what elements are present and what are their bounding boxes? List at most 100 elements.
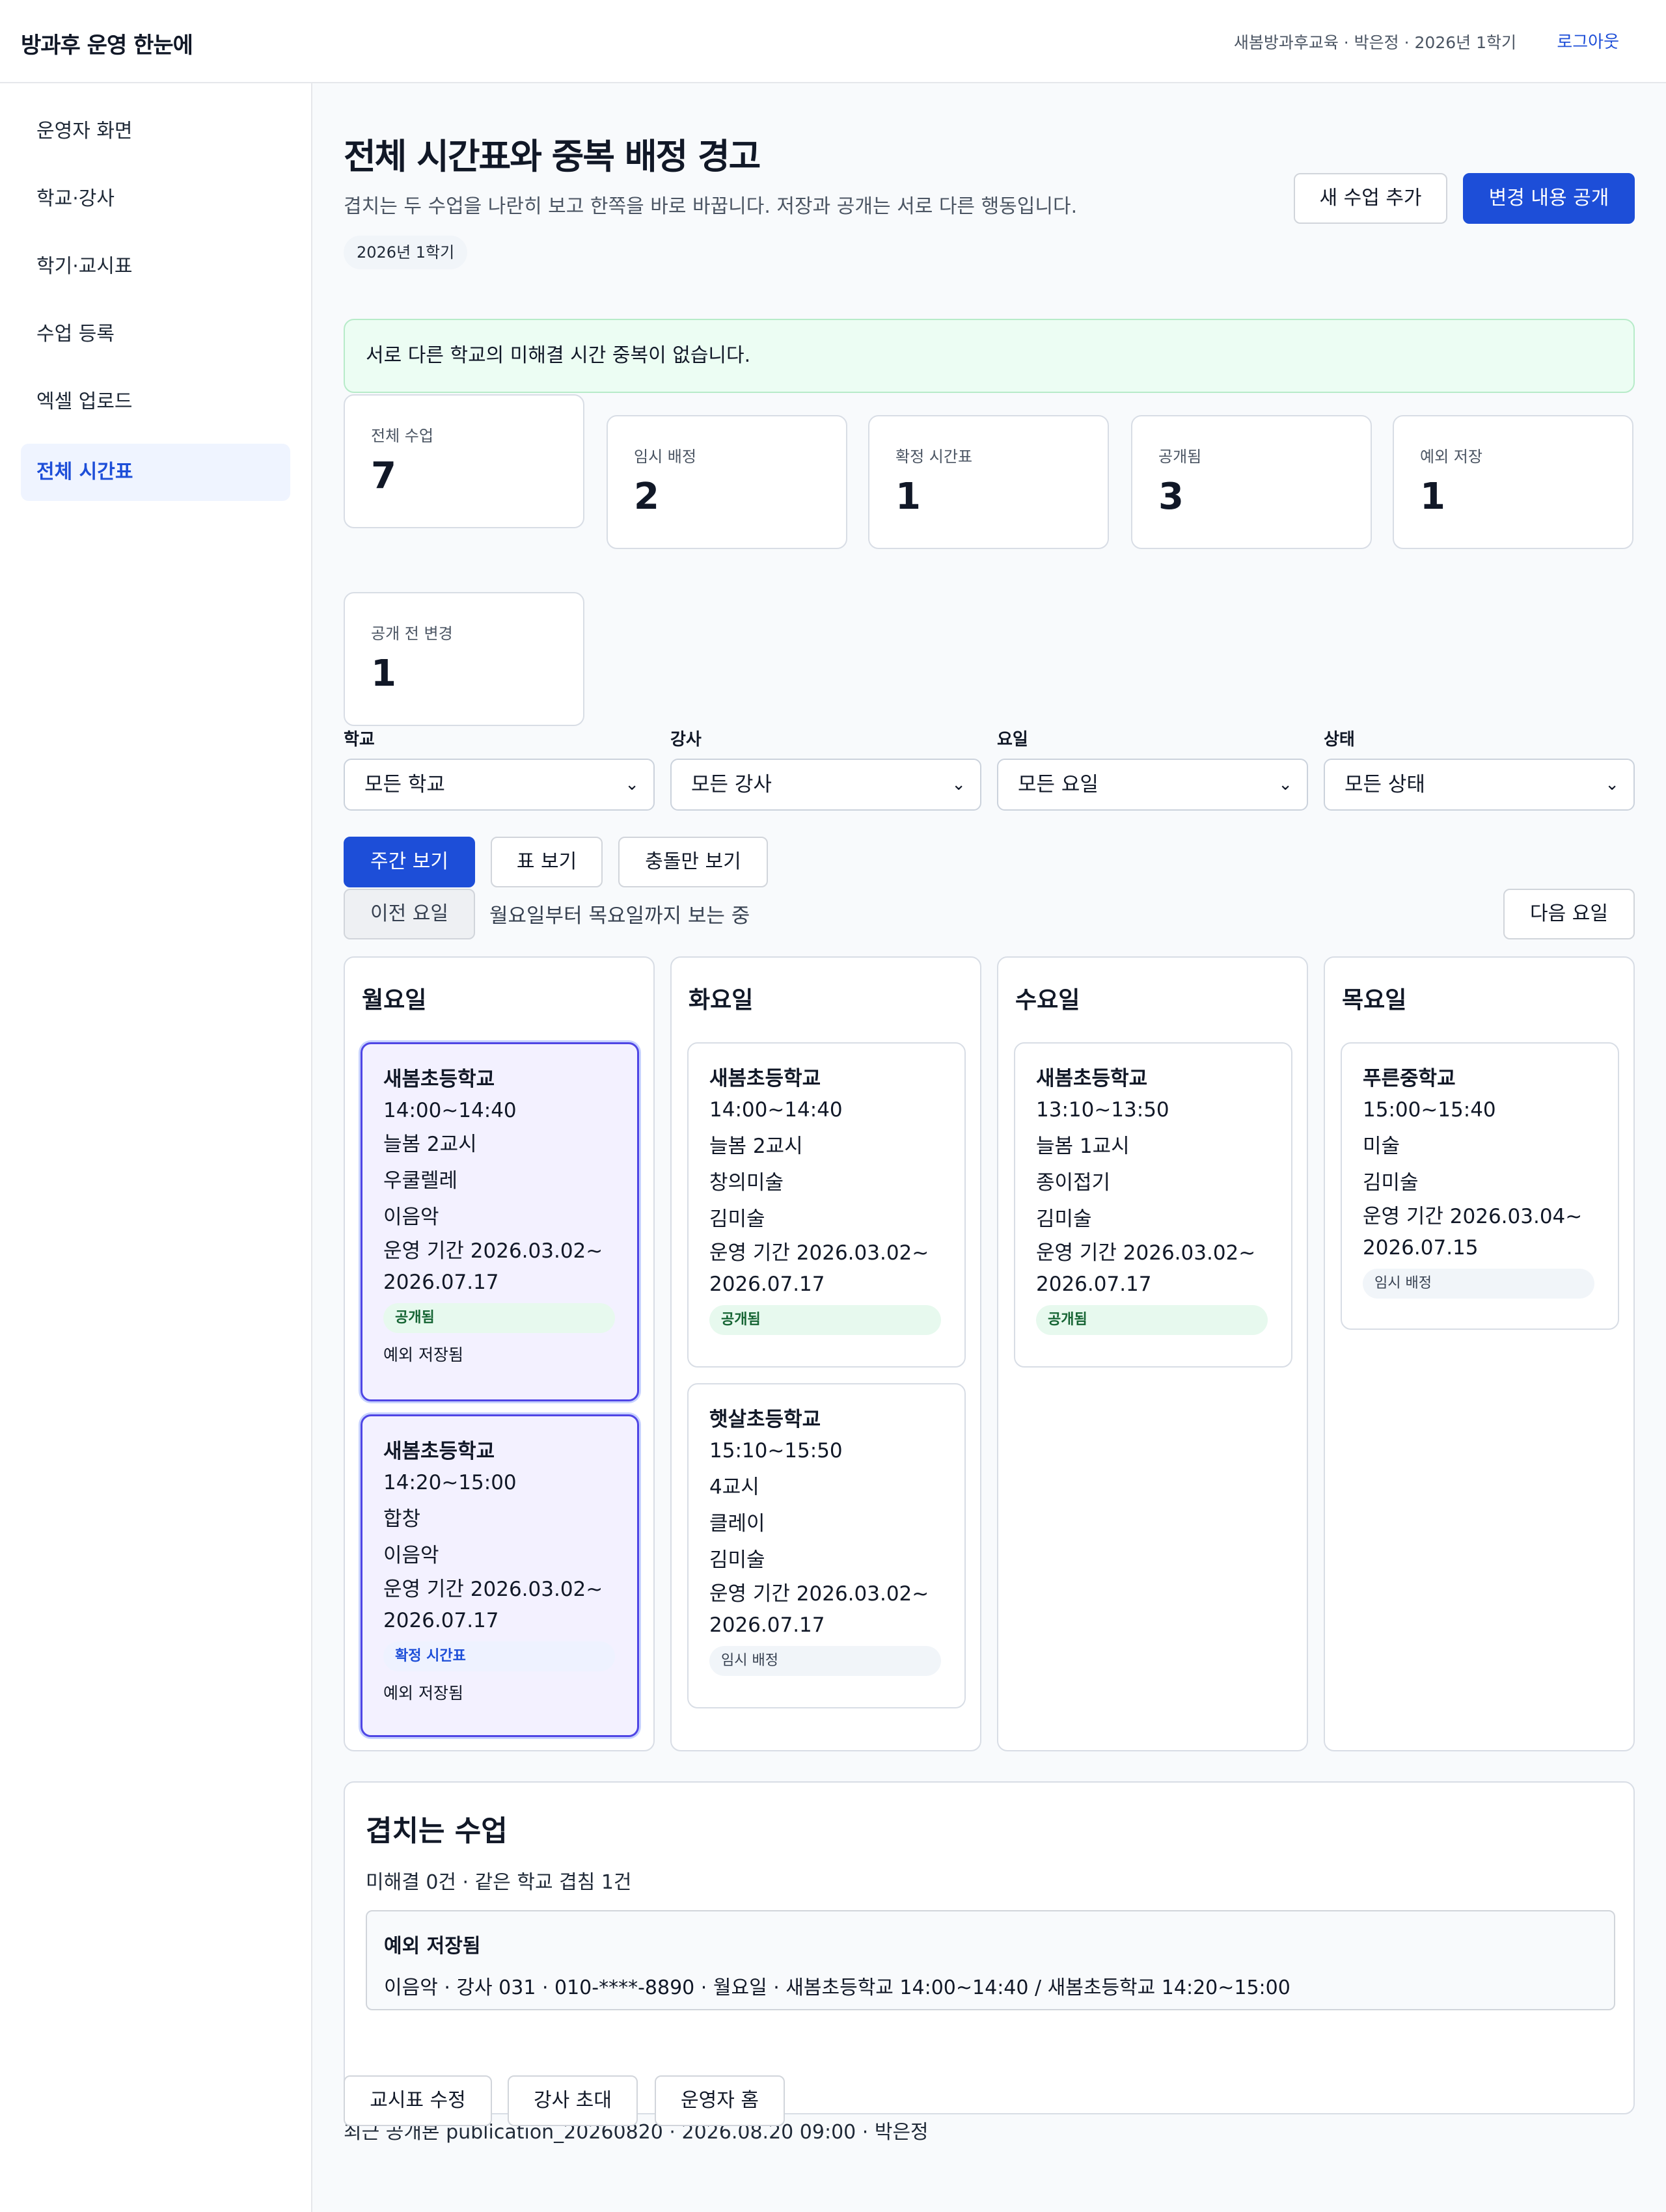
invite-teacher-button[interactable]: 강사 초대 xyxy=(508,2075,638,2126)
class-card[interactable]: 새봄초등학교 14:00~14:40 늘봄 2교시 창의미술 김미술 운영 기간… xyxy=(687,1042,966,1368)
class-subject: 창의미술 xyxy=(709,1171,784,1194)
sidebar-item-full-timetable[interactable]: 전체 시간표 xyxy=(21,444,290,501)
class-school: 새봄초등학교 xyxy=(709,1067,821,1090)
class-card[interactable]: 새봄초등학교 14:00~14:40 늘봄 2교시 우쿨렐레 이음악 운영 기간… xyxy=(361,1042,639,1401)
operator-home-button[interactable]: 운영자 홈 xyxy=(655,2075,785,2126)
edit-periods-button[interactable]: 교시표 수정 xyxy=(344,2075,492,2126)
prev-day-button[interactable]: 이전 요일 xyxy=(344,889,475,939)
class-term-end: 2026.07.17 xyxy=(1036,1273,1152,1296)
stat-label: 확정 시간표 xyxy=(895,448,973,466)
class-teacher: 김미술 xyxy=(709,1548,765,1572)
class-teacher: 김미술 xyxy=(709,1207,765,1231)
logout-link[interactable]: 로그아웃 xyxy=(1557,29,1619,53)
overlap-item-title: 예외 저장됨 xyxy=(384,1935,481,1958)
school-select[interactable]: 모든 학교 ⌄ xyxy=(344,759,655,811)
term-badge: 2026년 1학기 xyxy=(344,236,468,269)
class-term-end: 2026.07.15 xyxy=(1363,1236,1479,1260)
class-card[interactable]: 햇살초등학교 15:10~15:50 4교시 클레이 김미술 운영 기간 202… xyxy=(687,1383,966,1708)
class-term-end: 2026.07.17 xyxy=(383,1609,499,1632)
filter-label-status: 상태 xyxy=(1324,730,1355,749)
class-term-end: 2026.07.17 xyxy=(709,1613,825,1637)
class-school: 푸른중학교 xyxy=(1363,1067,1456,1090)
class-period: 늘봄 2교시 xyxy=(383,1133,477,1156)
status-badge: 임시 배정 xyxy=(1363,1269,1594,1299)
stat-card-exception: 예외 저장 1 xyxy=(1393,415,1633,549)
class-card[interactable]: 새봄초등학교 13:10~13:50 늘봄 1교시 종이접기 김미술 운영 기간… xyxy=(1014,1042,1292,1368)
stat-value: 7 xyxy=(371,455,396,497)
chevron-down-icon: ⌄ xyxy=(625,775,639,794)
status-select[interactable]: 모든 상태 ⌄ xyxy=(1324,759,1635,811)
class-school: 새봄초등학교 xyxy=(383,1068,495,1091)
chevron-down-icon: ⌄ xyxy=(1605,775,1619,794)
stat-card-tentative: 임시 배정 2 xyxy=(607,415,847,549)
class-period: 미술 xyxy=(1363,1135,1400,1158)
status-badge: 공개됨 xyxy=(383,1303,615,1333)
class-card[interactable]: 푸른중학교 15:00~15:40 미술 김미술 운영 기간 2026.03.0… xyxy=(1341,1042,1619,1330)
teacher-select-value: 모든 강사 xyxy=(691,773,772,796)
top-header: 방과후 운영 한눈에 새봄방과후교육 · 박은정 · 2026년 1학기 로그아… xyxy=(0,0,1666,83)
day-title: 수요일 xyxy=(1015,987,1080,1014)
class-school: 새봄초등학교 xyxy=(383,1440,495,1463)
day-range-status: 월요일부터 목요일까지 보는 중 xyxy=(489,904,750,928)
account-meta: 새봄방과후교육 · 박은정 · 2026년 1학기 xyxy=(1233,33,1516,52)
class-term-start: 운영 기간 2026.03.02~ xyxy=(1036,1241,1256,1265)
stat-card-confirmed: 확정 시간표 1 xyxy=(868,415,1109,549)
class-subject: 이음악 xyxy=(383,1544,439,1567)
day-column-thursday: 목요일 푸른중학교 15:00~15:40 미술 김미술 운영 기간 2026.… xyxy=(1324,956,1635,1751)
class-term-start: 운영 기간 2026.03.02~ xyxy=(709,1582,929,1606)
class-subject: 김미술 xyxy=(1363,1171,1419,1194)
class-period: 늘봄 1교시 xyxy=(1036,1135,1130,1158)
overlap-item[interactable]: 예외 저장됨 이음악 · 강사 031 · 010-****-8890 · 월요… xyxy=(366,1910,1615,2010)
class-time: 14:20~15:00 xyxy=(383,1471,517,1494)
stat-label: 공개 전 변경 xyxy=(371,625,453,643)
tab-table-view[interactable]: 표 보기 xyxy=(491,837,603,887)
class-time: 14:00~14:40 xyxy=(709,1098,843,1122)
class-time: 15:00~15:40 xyxy=(1363,1098,1496,1122)
publish-changes-button[interactable]: 변경 내용 공개 xyxy=(1463,173,1635,224)
class-card[interactable]: 새봄초등학교 14:20~15:00 합창 이음악 운영 기간 2026.03.… xyxy=(361,1414,639,1737)
sidebar-item-excel-upload[interactable]: 엑셀 업로드 xyxy=(21,373,290,431)
stat-label: 임시 배정 xyxy=(634,448,696,466)
status-select-value: 모든 상태 xyxy=(1345,773,1425,796)
exception-note: 예외 저장됨 xyxy=(383,1684,463,1703)
day-select[interactable]: 모든 요일 ⌄ xyxy=(997,759,1308,811)
filter-label-school: 학교 xyxy=(344,730,375,749)
class-school: 새봄초등학교 xyxy=(1036,1067,1148,1090)
sidebar-item-operator[interactable]: 운영자 화면 xyxy=(21,103,290,160)
tab-conflicts-only[interactable]: 충돌만 보기 xyxy=(618,837,768,887)
sidebar-item-class-register[interactable]: 수업 등록 xyxy=(21,306,290,363)
chevron-down-icon: ⌄ xyxy=(951,775,966,794)
class-period: 4교시 xyxy=(709,1476,759,1499)
day-column-wednesday: 수요일 새봄초등학교 13:10~13:50 늘봄 1교시 종이접기 김미술 운… xyxy=(997,956,1308,1751)
class-term-start: 운영 기간 2026.03.04~ xyxy=(1363,1205,1583,1228)
class-teacher: 김미술 xyxy=(1036,1207,1092,1231)
class-term-end: 2026.07.17 xyxy=(383,1271,499,1294)
class-term-end: 2026.07.17 xyxy=(709,1273,825,1296)
stat-value: 2 xyxy=(634,476,659,518)
class-term-start: 운영 기간 2026.03.02~ xyxy=(709,1241,929,1265)
day-title: 화요일 xyxy=(689,987,754,1014)
sidebar: 운영자 화면 학교·강사 학기·교시표 수업 등록 엑셀 업로드 전체 시간표 xyxy=(0,83,312,2212)
stat-label: 공개됨 xyxy=(1158,448,1202,466)
overlap-title: 겹치는 수업 xyxy=(366,1814,508,1848)
app-brand[interactable]: 방과후 운영 한눈에 xyxy=(21,27,193,59)
teacher-select[interactable]: 모든 강사 ⌄ xyxy=(670,759,981,811)
add-class-button[interactable]: 새 수업 추가 xyxy=(1294,173,1447,224)
next-day-button[interactable]: 다음 요일 xyxy=(1503,889,1635,939)
stat-card-published: 공개됨 3 xyxy=(1131,415,1372,549)
class-term-start: 운영 기간 2026.03.02~ xyxy=(383,1239,603,1263)
tab-weekly-view[interactable]: 주간 보기 xyxy=(344,837,475,887)
filter-label-teacher: 강사 xyxy=(670,730,702,749)
school-select-value: 모든 학교 xyxy=(364,773,445,796)
class-time: 15:10~15:50 xyxy=(709,1439,843,1463)
status-badge: 공개됨 xyxy=(1036,1305,1268,1335)
class-time: 13:10~13:50 xyxy=(1036,1098,1169,1122)
class-term-start: 운영 기간 2026.03.02~ xyxy=(383,1578,603,1601)
filter-label-day: 요일 xyxy=(997,730,1028,749)
stat-label: 전체 수업 xyxy=(371,427,433,445)
day-column-monday: 월요일 새봄초등학교 14:00~14:40 늘봄 2교시 우쿨렐레 이음악 운… xyxy=(344,956,655,1751)
status-badge: 임시 배정 xyxy=(709,1646,941,1676)
class-teacher: 이음악 xyxy=(383,1206,439,1229)
sidebar-item-terms-periods[interactable]: 학기·교시표 xyxy=(21,238,290,295)
sidebar-item-schools-teachers[interactable]: 학교·강사 xyxy=(21,170,290,228)
